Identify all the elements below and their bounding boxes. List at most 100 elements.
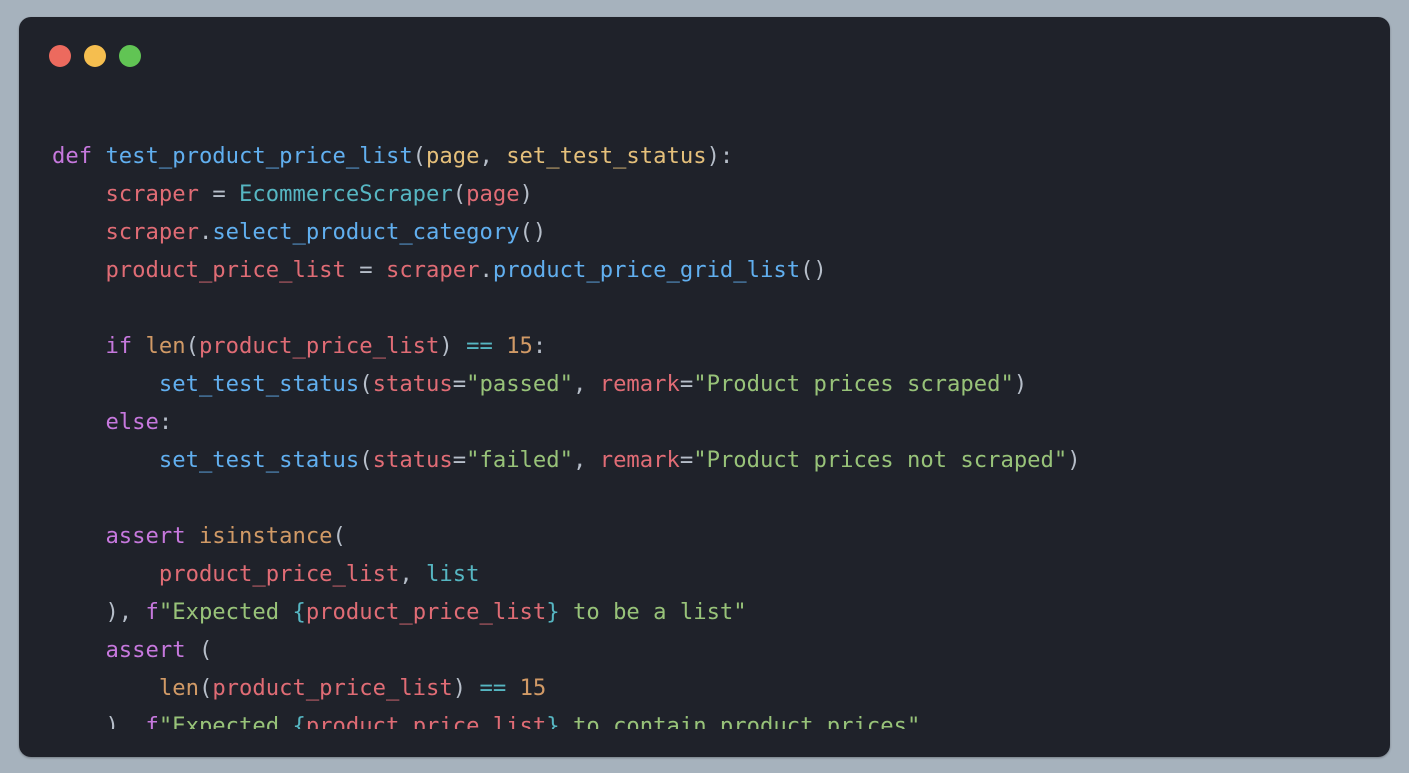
code-token: = [359,257,386,283]
code-token: ( [453,181,466,207]
code-token: } [546,713,559,729]
code-token: "failed" [466,447,573,473]
code-token: ( [333,523,346,549]
code-token: page [426,143,479,169]
code-token: } [546,599,559,625]
code-token: = [453,371,466,397]
code-token: scraper [105,181,212,207]
code-token: . [199,219,212,245]
code-token: product_price_list [199,333,439,359]
code-token: scraper [105,219,199,245]
code-token: = [212,181,239,207]
code-token: "Expected [159,599,293,625]
code-token: . [479,257,492,283]
code-token: list [426,561,479,587]
code-token: ) [439,333,466,359]
code-block: def test_product_price_list(page, set_te… [52,137,1357,729]
code-token: , [399,561,426,587]
code-token: { [292,713,305,729]
code-token [52,523,105,549]
code-token: () [800,257,827,283]
code-token: "Expected [159,713,293,729]
code-token: set_test_status [506,143,706,169]
code-token: , [573,447,600,473]
code-token: ( [359,447,372,473]
code-token: else [105,409,158,435]
code-token: ) [453,675,480,701]
code-token: { [292,599,305,625]
code-token: EcommerceScraper [239,181,453,207]
code-token: ) [1067,447,1080,473]
code-token: len [146,333,186,359]
zoom-icon[interactable] [119,45,141,67]
code-token: test_product_price_list [105,143,412,169]
code-token: to contain product prices" [560,713,921,729]
window-controls [49,45,141,67]
code-token: ( [199,637,212,663]
code-token: product_price_grid_list [493,257,800,283]
code-token: set_test_status [159,371,359,397]
code-token: : [159,409,172,435]
code-token: to be a list" [560,599,747,625]
code-token: 15 [506,333,533,359]
code-token: assert [105,637,199,663]
code-token: scraper [386,257,480,283]
code-token: ), [105,713,145,729]
code-token: ( [186,333,199,359]
code-token [52,561,159,587]
code-token [52,257,105,283]
code-token: , [573,371,600,397]
code-token: == [479,675,519,701]
code-token [52,637,105,663]
code-area: def test_product_price_list(page, set_te… [52,137,1357,729]
code-token [52,599,105,625]
code-token [52,409,105,435]
code-token: f [146,713,159,729]
code-token [52,713,105,729]
code-token: "passed" [466,371,573,397]
code-token: len [159,675,199,701]
code-token [52,675,159,701]
code-token: () [520,219,547,245]
close-icon[interactable] [49,45,71,67]
code-token: remark [600,371,680,397]
code-token: 15 [520,675,547,701]
code-token [52,447,159,473]
code-token: "Product prices scraped" [693,371,1014,397]
code-token: product_price_list [306,713,546,729]
code-token: product_price_list [159,561,399,587]
code-token: ) [1014,371,1027,397]
minimize-icon[interactable] [84,45,106,67]
code-token: ), [105,599,145,625]
code-token [52,333,105,359]
code-token: def [52,143,105,169]
code-token: f [146,599,159,625]
code-token: ( [413,143,426,169]
code-token: set_test_status [159,447,359,473]
code-token: select_product_category [212,219,519,245]
code-token: isinstance [199,523,333,549]
code-token [52,371,159,397]
code-token: = [680,447,693,473]
code-token [52,181,105,207]
code-token: ): [707,143,734,169]
code-token: == [466,333,506,359]
code-token: ( [199,675,212,701]
code-token: , [479,143,506,169]
code-token: product_price_list [212,675,452,701]
code-token: remark [600,447,680,473]
code-token: = [453,447,466,473]
code-token: page [466,181,519,207]
code-token: ) [520,181,533,207]
code-token: = [680,371,693,397]
code-token [52,219,105,245]
code-token: "Product prices not scraped" [693,447,1067,473]
code-token: status [373,371,453,397]
code-token: : [533,333,546,359]
code-token: assert [105,523,199,549]
code-token: if [105,333,145,359]
code-token: status [373,447,453,473]
code-token: product_price_list [105,257,359,283]
code-window: def test_product_price_list(page, set_te… [19,17,1390,757]
code-token: product_price_list [306,599,546,625]
